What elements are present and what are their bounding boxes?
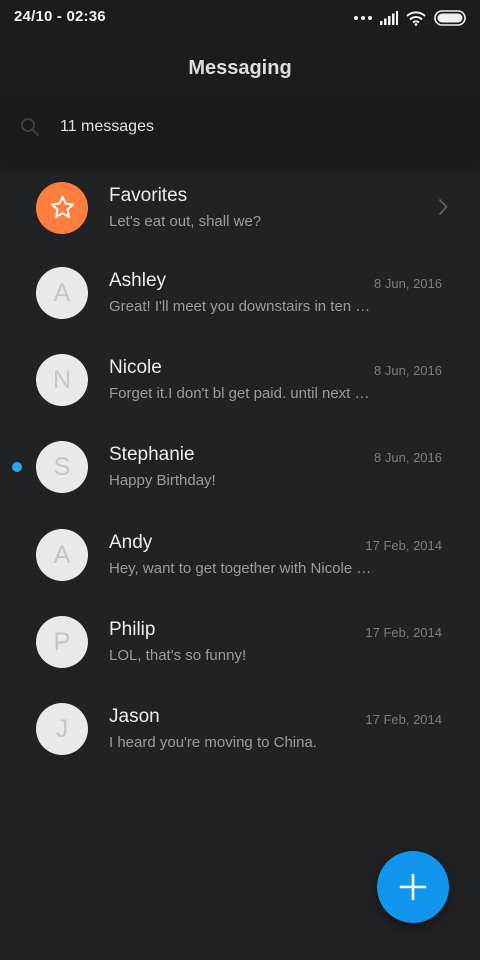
conversation-date: 8 Jun, 2016	[374, 363, 442, 378]
status-icons	[354, 9, 466, 27]
conversation-date: 17 Feb, 2014	[365, 625, 442, 640]
conversation-name: Philip	[109, 619, 156, 640]
avatar: S	[36, 441, 88, 493]
conversation-date: 17 Feb, 2014	[365, 712, 442, 727]
compose-button[interactable]	[377, 851, 449, 923]
signal-icon	[380, 11, 398, 25]
search-bar[interactable]: 11 messages	[0, 100, 480, 164]
conversation-name: Nicole	[109, 357, 162, 378]
avatar: P	[36, 616, 88, 668]
chevron-right-icon	[438, 198, 448, 216]
avatar: J	[36, 703, 88, 755]
favorites-avatar	[36, 182, 88, 234]
conversation-name: Jason	[109, 706, 160, 727]
conversation-name: Stephanie	[109, 444, 195, 465]
conversation-row[interactable]: A Ashley 8 Jun, 2016 Great! I'll meet yo…	[0, 251, 480, 338]
unread-indicator	[12, 462, 22, 472]
conversation-date: 17 Feb, 2014	[365, 538, 442, 553]
conversation-preview: LOL, that's so funny!	[109, 647, 247, 664]
conversation-preview: Great! I'll meet you downstairs in ten …	[109, 298, 371, 315]
search-icon	[21, 118, 40, 137]
conversation-row[interactable]: P Philip 17 Feb, 2014 LOL, that's so fun…	[0, 600, 480, 687]
conversation-preview: Forget it.I don't bl get paid. until nex…	[109, 385, 370, 402]
conversation-preview: I heard you're moving to China.	[109, 734, 317, 751]
conversation-date: 8 Jun, 2016	[374, 450, 442, 465]
conversation-name: Favorites	[109, 185, 188, 206]
conversation-name: Andy	[109, 532, 153, 553]
search-input[interactable]: 11 messages	[60, 118, 154, 136]
avatar: A	[36, 267, 88, 319]
avatar: A	[36, 529, 88, 581]
messaging-screen: 24/10 - 02:36 Messaging 11 messages Favo…	[0, 0, 480, 960]
conversation-date: 8 Jun, 2016	[374, 276, 442, 291]
conversation-row[interactable]: J Jason 17 Feb, 2014 I heard you're movi…	[0, 688, 480, 775]
status-time: 24/10 - 02:36	[14, 8, 106, 25]
wifi-icon	[406, 10, 426, 26]
battery-icon	[434, 10, 466, 26]
conversation-name: Ashley	[109, 270, 167, 291]
conversation-favorites[interactable]: Favorites Let's eat out, shall we?	[0, 164, 480, 251]
star-icon	[50, 195, 75, 218]
page-title: Messaging	[188, 57, 292, 79]
conversation-row[interactable]: S Stephanie 8 Jun, 2016 Happy Birthday!	[0, 426, 480, 513]
conversation-preview: Let's eat out, shall we?	[109, 213, 262, 230]
status-bar: 24/10 - 02:36	[0, 0, 480, 36]
conversation-preview: Happy Birthday!	[109, 472, 216, 489]
avatar: N	[36, 354, 88, 406]
conversation-preview: Hey, want to get together with Nicole …	[109, 560, 372, 577]
plus-icon	[399, 873, 427, 901]
conversation-row[interactable]: N Nicole 8 Jun, 2016 Forget it.I don't b…	[0, 338, 480, 425]
app-bar: Messaging	[0, 36, 480, 100]
conversation-row[interactable]: A Andy 17 Feb, 2014 Hey, want to get tog…	[0, 513, 480, 600]
notification-dots-icon	[354, 16, 372, 20]
